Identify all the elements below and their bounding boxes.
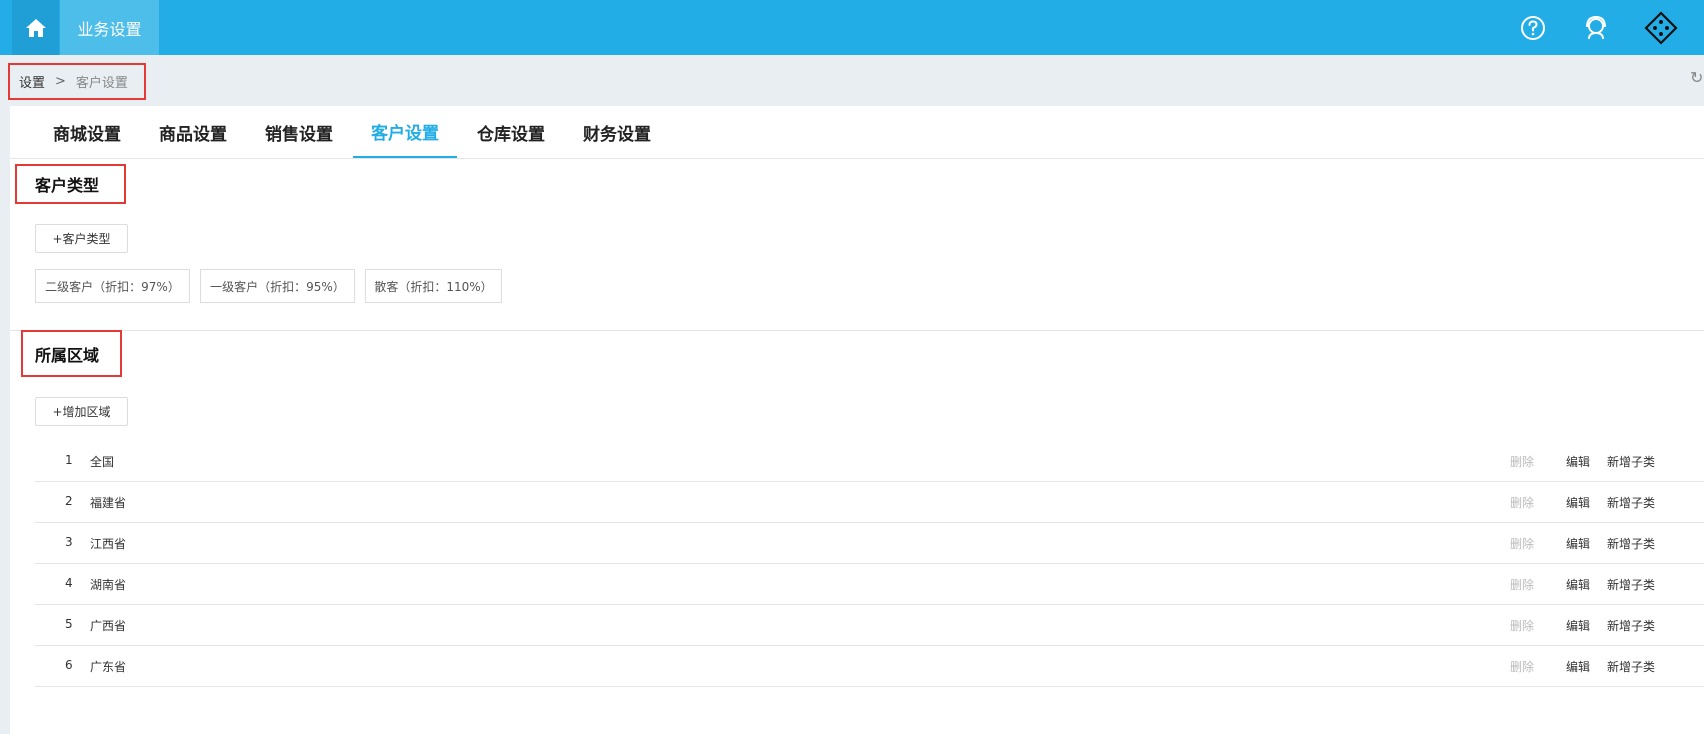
region-name: 江西省 (90, 537, 127, 551)
delete-link: 删除 (1510, 537, 1535, 551)
region-name: 广西省 (90, 619, 127, 633)
edit-link[interactable]: 编辑 (1566, 535, 1590, 552)
row-number: 4 (65, 576, 73, 590)
delete-link: 删除 (1510, 578, 1535, 592)
row-number: 1 (65, 453, 73, 467)
add-customer-type-button[interactable]: +客户类型 (35, 224, 128, 253)
add-child-link[interactable]: 新增子类 (1607, 576, 1655, 593)
edit-link[interactable]: 编辑 (1566, 576, 1590, 593)
home-icon (25, 18, 46, 37)
refresh-icon: ↻ (1690, 68, 1704, 87)
row-number: 3 (65, 535, 73, 549)
headset-icon (1586, 15, 1606, 40)
edit-link[interactable]: 编辑 (1566, 453, 1590, 470)
tab-customer-settings[interactable]: 客户设置 (353, 106, 457, 158)
region-name: 广东省 (90, 660, 127, 674)
breadcrumb-separator: > (55, 74, 66, 89)
delete-link: 删除 (1510, 496, 1535, 510)
customer-type-tag[interactable]: 二级客户（折扣：97%） (35, 269, 190, 303)
tab-mall-settings[interactable]: 商城设置 (35, 106, 139, 158)
breadcrumb: 设置 > 客户设置 (8, 63, 146, 100)
customer-type-tag[interactable]: 散客（折扣：110%） (365, 269, 502, 303)
region-row: 4 湖南省 删除 编辑 新增子类 (35, 563, 1704, 605)
settings-tabs: 商城设置 商品设置 销售设置 客户设置 仓库设置 财务设置 (10, 106, 1704, 159)
delete-link: 删除 (1510, 619, 1535, 633)
add-child-link[interactable]: 新增子类 (1607, 535, 1655, 552)
add-region-button[interactable]: +增加区域 (35, 397, 128, 426)
help-icon (1521, 16, 1545, 40)
add-child-link[interactable]: 新增子类 (1607, 617, 1655, 634)
customer-type-tag[interactable]: 一级客户（折扣：95%） (200, 269, 355, 303)
region-row: 6 广东省 删除 编辑 新增子类 (35, 645, 1704, 687)
top-bar: 业务设置 (0, 0, 1704, 55)
support-button[interactable] (1578, 10, 1614, 46)
tab-product-settings[interactable]: 商品设置 (141, 106, 245, 158)
region-name: 全国 (90, 455, 115, 469)
help-button[interactable] (1515, 10, 1551, 46)
row-number: 5 (65, 617, 73, 631)
add-child-link[interactable]: 新增子类 (1607, 658, 1655, 675)
refresh-button[interactable]: ↻ (1690, 68, 1704, 88)
add-child-link[interactable]: 新增子类 (1607, 494, 1655, 511)
region-row: 1 全国 删除 编辑 新增子类 (35, 440, 1704, 482)
breadcrumb-bar (10, 55, 1704, 106)
tab-warehouse-settings[interactable]: 仓库设置 (459, 106, 563, 158)
breadcrumb-root[interactable]: 设置 (19, 72, 45, 91)
region-title: 所属区域 (21, 330, 122, 377)
left-strip (0, 55, 10, 734)
module-title[interactable]: 业务设置 (60, 0, 159, 55)
region-name: 福建省 (90, 496, 127, 510)
region-row: 5 广西省 删除 编辑 新增子类 (35, 604, 1704, 646)
delete-link: 删除 (1510, 455, 1535, 469)
delete-link: 删除 (1510, 660, 1535, 674)
region-row: 2 福建省 删除 编辑 新增子类 (35, 481, 1704, 523)
edit-link[interactable]: 编辑 (1566, 494, 1590, 511)
section-divider (10, 330, 1704, 331)
add-child-link[interactable]: 新增子类 (1607, 453, 1655, 470)
row-number: 6 (65, 658, 73, 672)
region-name: 湖南省 (90, 578, 127, 592)
diamond-menu-icon (1644, 11, 1678, 45)
region-row: 3 江西省 删除 编辑 新增子类 (35, 522, 1704, 564)
menu-button[interactable] (1643, 10, 1679, 46)
edit-link[interactable]: 编辑 (1566, 658, 1590, 675)
row-number: 2 (65, 494, 73, 508)
tab-sales-settings[interactable]: 销售设置 (247, 106, 351, 158)
breadcrumb-current: 客户设置 (75, 76, 128, 91)
customer-type-title: 客户类型 (15, 164, 126, 204)
edit-link[interactable]: 编辑 (1566, 617, 1590, 634)
tab-finance-settings[interactable]: 财务设置 (565, 106, 669, 158)
home-button[interactable] (12, 0, 59, 55)
